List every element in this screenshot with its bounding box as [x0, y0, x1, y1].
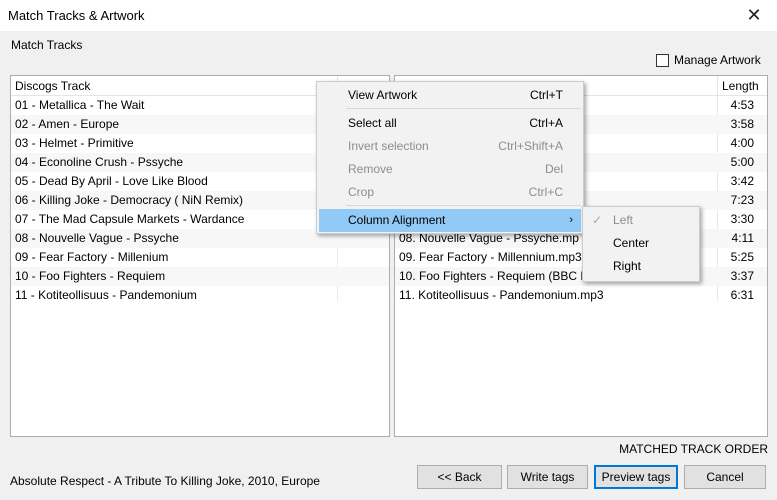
- menu-shortcut: Ctrl+A: [529, 116, 563, 130]
- discogs-track-cell: 01 - Metallica - The Wait: [15, 98, 145, 112]
- window-title: Match Tracks & Artwork: [8, 8, 145, 23]
- submenu-label: Center: [613, 236, 650, 250]
- column-header-discogs-track[interactable]: Discogs Track: [11, 76, 337, 96]
- menu-shortcut: Del: [544, 162, 563, 176]
- length-cell: 6:31: [730, 288, 754, 302]
- submenu-item-left: ✓ Left: [585, 209, 697, 232]
- menu-label: Select all: [348, 116, 397, 130]
- length-cell: 7:23: [730, 193, 754, 207]
- submenu-label: Left: [613, 213, 634, 227]
- length-cell: 5:00: [730, 155, 754, 169]
- column-header-length[interactable]: Length: [718, 76, 767, 96]
- length-cell: 3:37: [730, 269, 754, 283]
- table-row[interactable]: 11. Kotiteollisuus - Pandemonium.mp3 6:31: [395, 286, 767, 305]
- submenu-item-right[interactable]: Right: [585, 255, 697, 278]
- context-menu: View Artwork Ctrl+T Select all Ctrl+A In…: [316, 81, 584, 234]
- menu-item-view-artwork[interactable]: View Artwork Ctrl+T: [319, 84, 581, 107]
- menu-item-invert-selection: Invert selection Ctrl+Shift+A: [319, 135, 581, 158]
- discogs-track-cell: 09 - Fear Factory - Millenium: [15, 250, 169, 264]
- manage-artwork-checkbox[interactable]: Manage Artwork: [656, 53, 761, 67]
- menu-separator: [346, 205, 581, 206]
- table-row[interactable]: 10. Foo Fighters - Requiem (BBC L 3:37: [395, 267, 767, 286]
- match-tracks-group-label: Match Tracks: [11, 38, 83, 52]
- length-cell: 4:11: [731, 231, 754, 245]
- length-cell: 4:53: [730, 98, 754, 112]
- write-tags-button[interactable]: Write tags: [507, 465, 588, 489]
- cancel-button[interactable]: Cancel: [684, 465, 766, 489]
- manage-artwork-label: Manage Artwork: [674, 53, 761, 67]
- length-cell: 3:42: [730, 174, 754, 188]
- menu-item-column-alignment[interactable]: Column Alignment ›: [319, 209, 581, 232]
- table-row[interactable]: 10 - Foo Fighters - Requiem: [11, 267, 389, 286]
- discogs-track-cell: 05 - Dead By April - Love Like Blood: [15, 174, 208, 188]
- discogs-track-cell: 08 - Nouvelle Vague - Pssyche: [15, 231, 179, 245]
- checkbox-box[interactable]: [656, 53, 669, 67]
- chevron-right-icon: ›: [569, 214, 573, 226]
- column-alignment-submenu: ✓ Left Center Right: [582, 206, 700, 282]
- menu-shortcut: Ctrl+Shift+A: [498, 139, 563, 153]
- menu-label: Column Alignment: [348, 213, 446, 227]
- album-info: Absolute Respect - A Tribute To Killing …: [10, 474, 320, 488]
- discogs-track-cell: 04 - Econoline Crush - Pssyche: [15, 155, 184, 169]
- discogs-track-cell: 10 - Foo Fighters - Requiem: [15, 269, 166, 283]
- menu-item-remove: Remove Del: [319, 158, 581, 181]
- length-cell: 3:58: [730, 117, 754, 131]
- table-row[interactable]: 11 - Kotiteollisuus - Pandemonium: [11, 286, 389, 305]
- discogs-track-cell: 06 - Killing Joke - Democracy ( NiN Remi…: [15, 193, 244, 207]
- menu-separator: [346, 108, 581, 109]
- title-bar: Match Tracks & Artwork ✕: [0, 0, 777, 31]
- file-name-cell: 11. Kotiteollisuus - Pandemonium.mp3: [399, 288, 604, 302]
- submenu-item-center[interactable]: Center: [585, 232, 697, 255]
- length-cell: 5:25: [730, 250, 754, 264]
- submenu-label: Right: [613, 259, 642, 273]
- table-row[interactable]: 09. Fear Factory - Millennium.mp3 5:25: [395, 248, 767, 267]
- menu-label: Crop: [348, 185, 375, 199]
- menu-item-crop: Crop Ctrl+C: [319, 181, 581, 204]
- length-cell: 4:00: [730, 136, 754, 150]
- close-icon[interactable]: ✕: [731, 0, 777, 31]
- length-cell: 3:30: [730, 212, 754, 226]
- menu-item-select-all[interactable]: Select all Ctrl+A: [319, 112, 581, 135]
- menu-label: Remove: [348, 162, 393, 176]
- checkmark-icon: ✓: [592, 213, 603, 227]
- menu-shortcut: Ctrl+T: [530, 88, 563, 102]
- discogs-track-cell: 07 - The Mad Capsule Markets - Wardance: [15, 212, 245, 226]
- menu-label: Invert selection: [348, 139, 429, 153]
- menu-label: View Artwork: [348, 88, 418, 102]
- discogs-track-cell: 03 - Helmet - Primitive: [15, 136, 134, 150]
- discogs-track-cell: 11 - Kotiteollisuus - Pandemonium: [15, 288, 197, 302]
- table-row[interactable]: 09 - Fear Factory - Millenium: [11, 248, 389, 267]
- back-button[interactable]: << Back: [417, 465, 502, 489]
- preview-tags-button[interactable]: Preview tags: [594, 465, 678, 489]
- menu-shortcut: Ctrl+C: [528, 185, 563, 199]
- discogs-track-cell: 02 - Amen - Europe: [15, 117, 120, 131]
- status-text: MATCHED TRACK ORDER: [619, 442, 768, 456]
